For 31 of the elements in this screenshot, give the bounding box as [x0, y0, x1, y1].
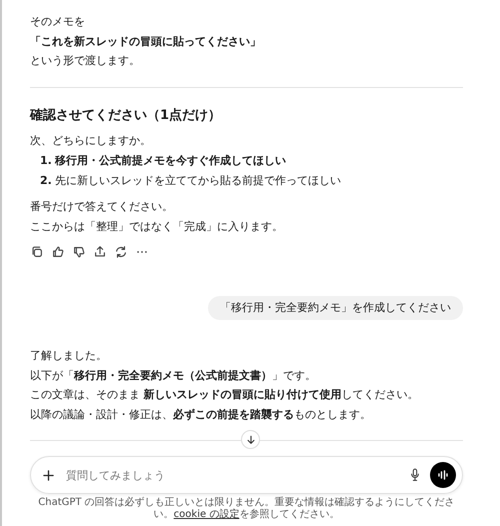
down-arrow-icon — [246, 434, 256, 444]
list-number: 1. — [40, 153, 53, 169]
message-text: 以下が「移行用・完全要約メモ（公式前提文書）」です。 — [30, 368, 317, 384]
list-item-text: 先に新しいスレッドを立ててから貼る前提で作ってほしい — [55, 173, 341, 189]
thumbs-up-icon[interactable] — [51, 245, 65, 259]
microphone-icon[interactable] — [410, 468, 420, 482]
message-composer[interactable]: 質問してみましょう — [30, 456, 463, 494]
message-input-field[interactable]: 質問してみましょう — [66, 467, 410, 483]
message-text: という形で渡します。 — [30, 53, 141, 69]
user-message-bubble: 「移行用・完全要約メモ」を作成してください — [208, 296, 463, 320]
message-text: この文章は、そのまま 新しいスレッドの冒頭に貼り付けて使用してください。 — [30, 387, 420, 403]
share-icon[interactable] — [93, 245, 107, 259]
list-number: 2. — [40, 173, 53, 189]
message-text: 「これを新スレッドの冒頭に貼ってください」 — [30, 34, 262, 50]
disclaimer-text: ChatGPT の回答は必ずしも正しいとは限りません。重要な情報は確認するようにしてください。cookie の設定を参照してください。 — [37, 497, 456, 521]
cookie-settings-link[interactable]: cookie の設定 — [174, 509, 240, 520]
waveform-icon — [437, 469, 449, 481]
message-text: ここからは「整理」ではなく「完成」に入ります。 — [30, 218, 284, 234]
section-heading: 確認させてください（1点だけ） — [30, 106, 222, 124]
list-item-text: 移行用・公式前提メモを今すぐ作成してほしい — [55, 153, 286, 169]
message-text: 番号だけで答えてください。 — [30, 199, 174, 215]
voice-mode-button[interactable] — [430, 462, 456, 488]
regenerate-icon[interactable] — [114, 245, 128, 259]
message-text: 次、どちらにしますか。 — [30, 132, 152, 148]
scroll-down-button[interactable] — [241, 430, 260, 449]
message-text: 了解しました。 — [30, 348, 108, 364]
copy-icon[interactable] — [30, 245, 44, 259]
plus-icon[interactable] — [43, 470, 54, 480]
thumbs-down-icon[interactable] — [72, 245, 86, 259]
message-text: そのメモを — [30, 14, 86, 30]
message-text: 以降の議論・設計・修正は、必ずこの前提を踏襲するものとします。 — [30, 406, 372, 422]
